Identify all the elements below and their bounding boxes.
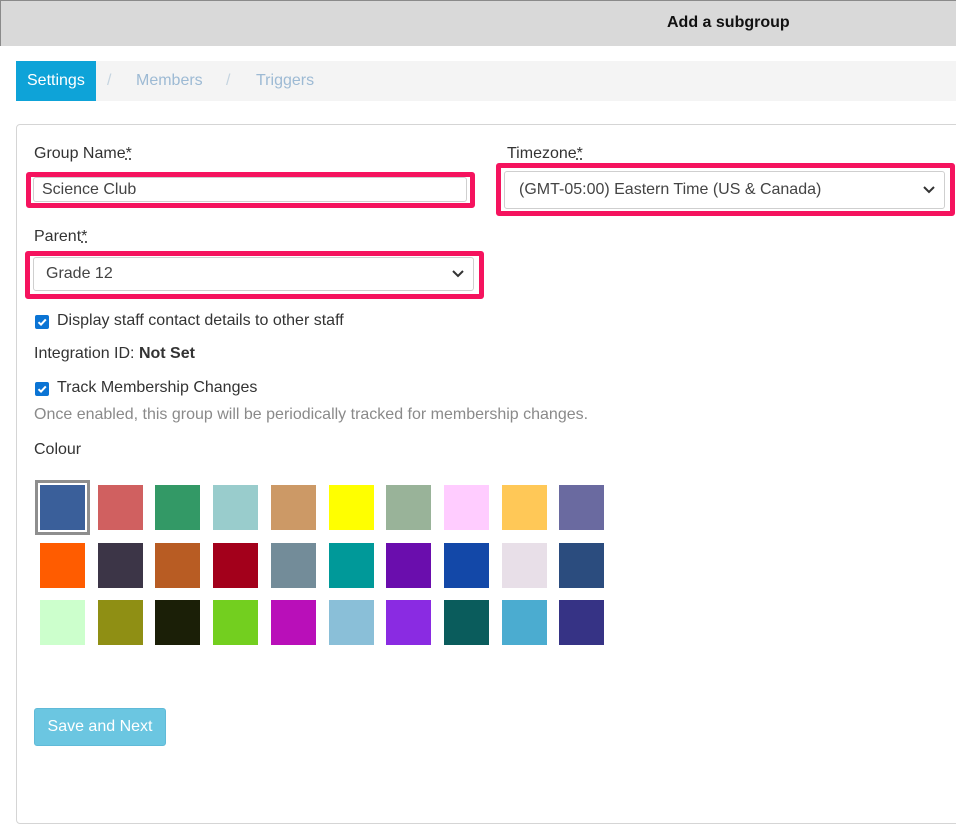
colour-swatch[interactable] [155, 485, 201, 530]
colour-swatch[interactable] [386, 542, 432, 588]
colour-swatch[interactable] [213, 542, 259, 588]
wizard-tabs: Settings / Members / Triggers [16, 61, 956, 101]
save-and-next-button[interactable]: Save and Next [34, 708, 166, 746]
colour-swatch[interactable] [443, 485, 489, 530]
group-name-label: Group Name* [34, 145, 132, 162]
integration-id: Integration ID: Not Set [34, 345, 195, 363]
colour-swatch[interactable] [328, 485, 374, 530]
colour-swatch[interactable] [559, 600, 605, 645]
colour-swatch[interactable] [97, 485, 143, 530]
colour-swatch[interactable] [386, 485, 432, 530]
tab-settings[interactable]: Settings [16, 61, 96, 101]
colour-label: Colour [34, 441, 82, 458]
check-icon [37, 385, 47, 394]
colour-swatch[interactable] [213, 485, 259, 530]
colour-swatch[interactable] [270, 600, 316, 645]
integration-id-value: Not Set [138, 345, 195, 362]
integration-id-label: Integration ID: [34, 345, 135, 362]
colour-swatch[interactable] [559, 485, 605, 530]
display-staff-checkbox[interactable] [35, 315, 49, 329]
display-staff-label: Display staff contact details to other s… [57, 312, 344, 329]
colour-swatch[interactable] [97, 600, 143, 645]
colour-swatch[interactable] [443, 600, 489, 645]
colour-swatch[interactable] [155, 542, 201, 588]
group-name-input[interactable]: Science Club [33, 177, 467, 202]
check-icon [37, 318, 47, 327]
chevron-down-icon [452, 270, 464, 278]
colour-swatch[interactable] [40, 600, 85, 645]
colour-swatch[interactable] [443, 542, 489, 588]
colour-swatch[interactable] [35, 480, 90, 535]
tab-triggers[interactable]: Triggers [256, 61, 314, 101]
colour-swatch[interactable] [501, 542, 547, 588]
tab-separator: / [107, 72, 112, 89]
colour-swatch[interactable] [328, 542, 374, 588]
timezone-label: Timezone* [507, 145, 583, 162]
parent-label: Parent* [34, 228, 88, 245]
track-membership-help: Once enabled, this group will be periodi… [34, 406, 589, 423]
colour-swatch[interactable] [386, 600, 432, 645]
colour-swatch[interactable] [270, 542, 316, 588]
parent-select[interactable]: Grade 12 [33, 257, 474, 291]
colour-swatch[interactable] [328, 600, 374, 645]
dialog-title: Add a subgroup [667, 14, 790, 31]
colour-swatch[interactable] [40, 542, 85, 588]
track-membership-label: Track Membership Changes [57, 379, 258, 396]
colour-swatch[interactable] [501, 600, 547, 645]
chevron-down-icon [923, 186, 935, 194]
timezone-select[interactable]: (GMT-05:00) Eastern Time (US & Canada) [504, 171, 945, 209]
colour-swatch[interactable] [559, 542, 605, 588]
colour-swatch[interactable] [270, 485, 316, 530]
colour-swatch[interactable] [155, 600, 201, 645]
tab-separator: / [226, 72, 231, 89]
track-membership-checkbox[interactable] [35, 382, 49, 396]
colour-swatch[interactable] [97, 542, 143, 588]
colour-swatch[interactable] [501, 485, 547, 530]
tab-members[interactable]: Members [136, 61, 203, 101]
dialog-titlebar: Add a subgroup [0, 0, 956, 46]
colour-swatch[interactable] [213, 600, 259, 645]
